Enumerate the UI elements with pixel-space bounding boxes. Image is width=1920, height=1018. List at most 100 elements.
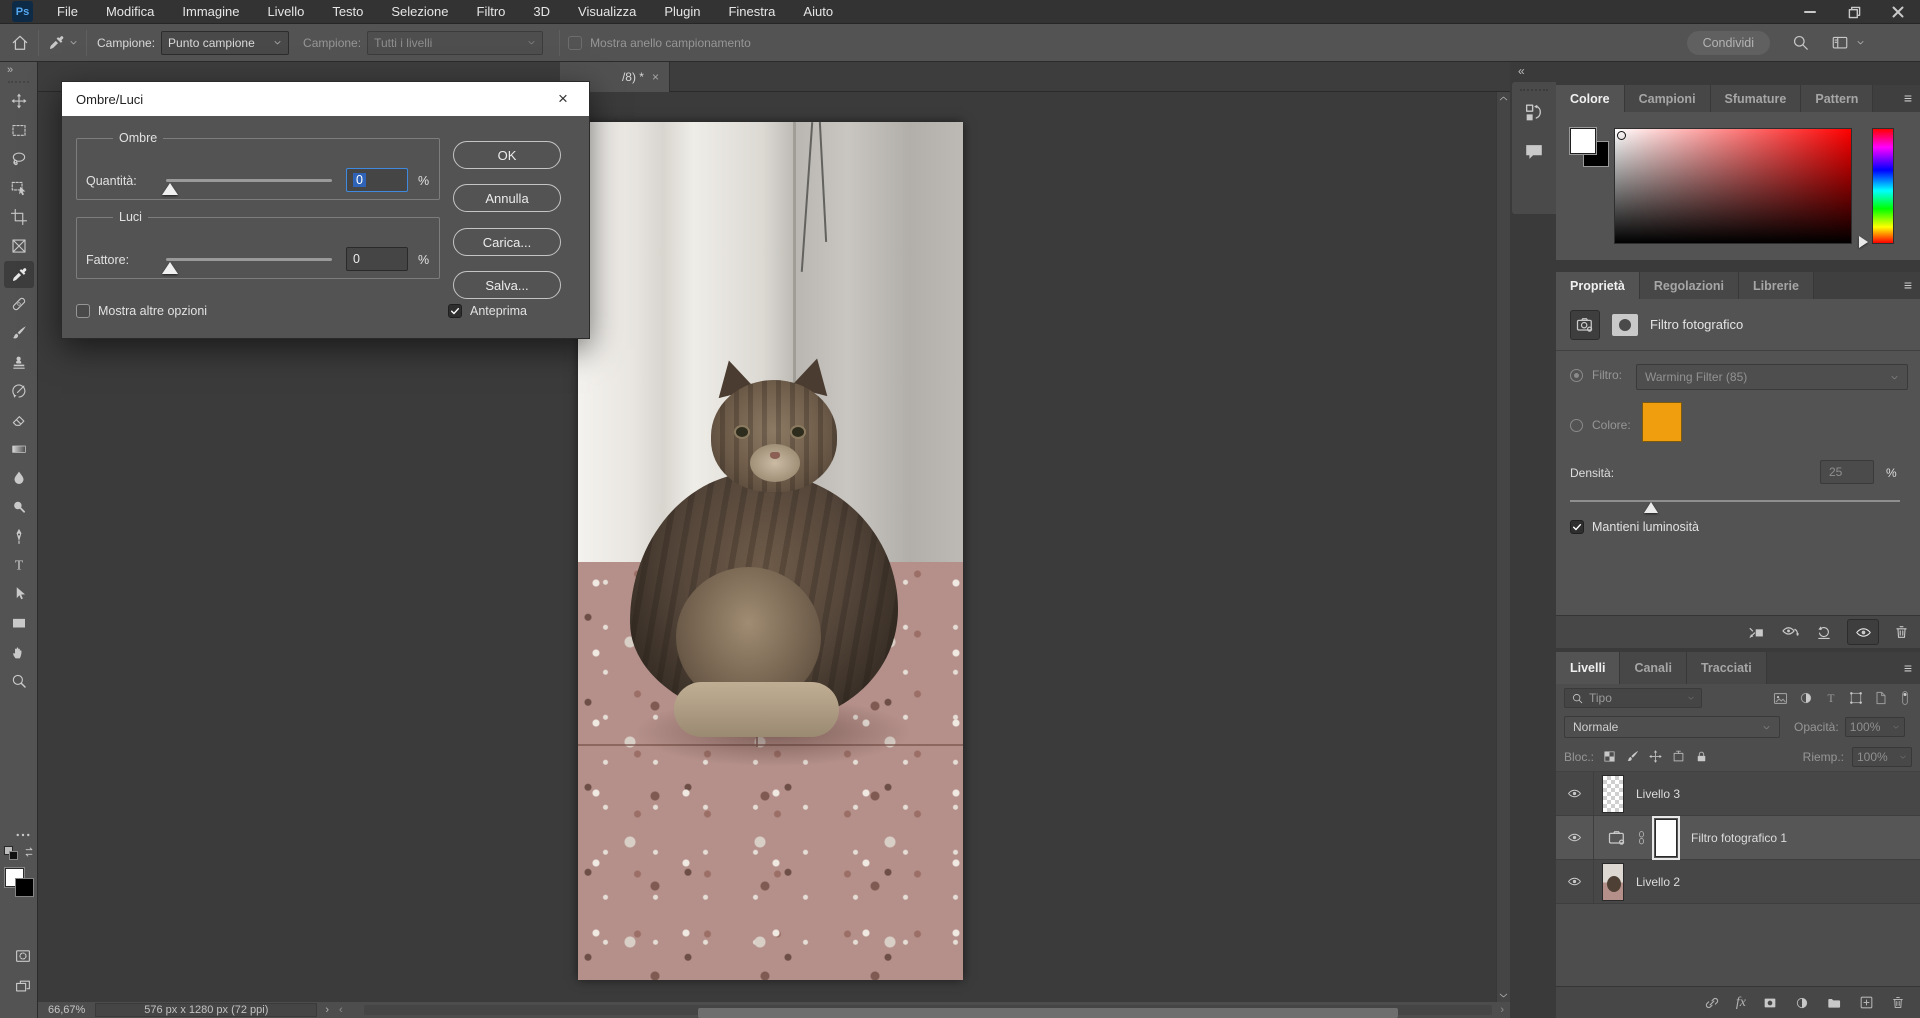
layer-visibility-eye-icon[interactable] — [1556, 772, 1594, 815]
tab-proprieta[interactable]: Proprietà — [1556, 272, 1640, 299]
tab-pattern[interactable]: Pattern — [1801, 85, 1873, 112]
home-icon[interactable] — [10, 33, 30, 53]
lock-pixels-icon[interactable] — [1625, 749, 1640, 764]
new-adjustment-layer-icon[interactable] — [1794, 995, 1810, 1011]
share-button[interactable]: Condividi — [1687, 31, 1770, 55]
workspace-switcher-icon[interactable] — [1830, 34, 1865, 52]
layer-visibility-eye-icon[interactable] — [1556, 860, 1594, 903]
view-previous-state-icon[interactable] — [1780, 623, 1801, 642]
opacity-field[interactable]: 100% — [1845, 717, 1905, 737]
cancel-button[interactable]: Annulla — [453, 184, 561, 212]
load-button[interactable]: Carica... — [453, 228, 561, 256]
filter-type-layers-icon[interactable]: T — [1823, 690, 1839, 706]
document-image[interactable] — [578, 122, 963, 980]
menu-selezione[interactable]: Selezione — [377, 0, 462, 24]
menu-testo[interactable]: Testo — [318, 0, 377, 24]
menu-plugin[interactable]: Plugin — [650, 0, 714, 24]
layer-visibility-eye-icon[interactable] — [1556, 816, 1594, 859]
hscroll-right-icon[interactable]: › — [1500, 1004, 1504, 1016]
tool-preset-eyedropper[interactable] — [47, 34, 78, 52]
tool-dodge[interactable] — [4, 493, 34, 520]
background-color-swatch[interactable] — [15, 878, 34, 897]
highlights-slider-thumb[interactable] — [162, 262, 178, 274]
expand-panels-icon[interactable]: « — [1518, 64, 1525, 78]
tool-history-brush[interactable] — [4, 377, 34, 404]
color-picker-ring[interactable] — [1617, 131, 1626, 140]
tab-regolazioni[interactable]: Regolazioni — [1640, 272, 1739, 299]
photo-filter-icon[interactable] — [1570, 310, 1600, 340]
tool-rectangle[interactable] — [4, 609, 34, 636]
menu-3d[interactable]: 3D — [519, 0, 564, 24]
filter-shape-layers-icon[interactable] — [1848, 690, 1864, 706]
tab-canali[interactable]: Canali — [1620, 652, 1687, 684]
preview-checkbox[interactable] — [448, 304, 462, 318]
dock-grip[interactable] — [1520, 85, 1548, 91]
tool-lasso[interactable] — [4, 145, 34, 172]
panel-menu-icon[interactable]: ≡ — [1904, 277, 1912, 293]
tool-hand[interactable] — [4, 638, 34, 665]
tool-object-selection[interactable] — [4, 174, 34, 201]
lock-transparency-icon[interactable] — [1602, 749, 1617, 764]
layer-name[interactable]: Livello 2 — [1636, 875, 1680, 889]
reset-adjustment-icon[interactable] — [1815, 623, 1833, 641]
canvas-horizontal-scrollbar[interactable] — [364, 1005, 1492, 1015]
layer-thumbnail[interactable] — [1602, 775, 1624, 813]
scroll-down-icon[interactable] — [1499, 992, 1508, 999]
menu-modifica[interactable]: Modifica — [92, 0, 168, 24]
tool-zoom[interactable] — [4, 667, 34, 694]
edit-toolbar-icon[interactable] — [8, 821, 38, 848]
menu-aiuto[interactable]: Aiuto — [789, 0, 847, 24]
layer-row-livello-3[interactable]: Livello 3 — [1556, 772, 1920, 816]
mask-link-icon[interactable] — [1636, 829, 1647, 847]
tool-spot-healing-brush[interactable] — [4, 290, 34, 317]
minimize-icon[interactable] — [1788, 0, 1832, 24]
filter-color-swatch[interactable] — [1642, 402, 1682, 442]
hue-slider-arrow[interactable] — [1859, 236, 1868, 248]
layer-name[interactable]: Filtro fotografico 1 — [1691, 831, 1787, 845]
toolbar-grip[interactable] — [8, 81, 29, 84]
show-more-options-checkbox[interactable] — [76, 304, 90, 318]
highlights-slider-track[interactable] — [166, 258, 332, 261]
delete-layer-icon[interactable] — [1890, 994, 1906, 1011]
quick-mask-icon[interactable] — [8, 942, 38, 969]
close-icon[interactable] — [1876, 0, 1920, 24]
tab-livelli[interactable]: Livelli — [1556, 652, 1620, 684]
add-mask-icon[interactable] — [1761, 995, 1779, 1011]
panel-foreground-swatch[interactable] — [1570, 128, 1596, 154]
history-panel-icon[interactable] — [1517, 96, 1551, 130]
menu-immagine[interactable]: Immagine — [168, 0, 253, 24]
tab-colore[interactable]: Colore — [1556, 85, 1625, 112]
tool-brush[interactable] — [4, 319, 34, 346]
tab-sfumature[interactable]: Sfumature — [1711, 85, 1802, 112]
blend-mode-select[interactable]: Normale — [1564, 716, 1780, 738]
sample-select[interactable]: Punto campione — [161, 31, 289, 55]
tool-clone-stamp[interactable] — [4, 348, 34, 375]
swap-colors-icon[interactable] — [22, 845, 36, 859]
status-expand-icon[interactable]: › — [325, 1004, 329, 1016]
lock-all-icon[interactable] — [1694, 749, 1709, 764]
layer-row-filtro-fotografico-1[interactable]: Filtro fotografico 1 — [1556, 816, 1920, 860]
menu-livello[interactable]: Livello — [253, 0, 318, 24]
tool-eraser[interactable] — [4, 406, 34, 433]
clip-to-layer-icon[interactable] — [1747, 623, 1766, 642]
tool-blur[interactable] — [4, 464, 34, 491]
mask-icon[interactable] — [1612, 314, 1638, 336]
layer-styles-icon[interactable]: fx — [1736, 995, 1746, 1011]
lock-artboard-icon[interactable] — [1671, 749, 1686, 764]
tool-pen[interactable] — [4, 522, 34, 549]
tool-crop[interactable] — [4, 203, 34, 230]
layer-filter-search[interactable]: Tipo — [1564, 688, 1702, 708]
layer-name[interactable]: Livello 3 — [1636, 787, 1680, 801]
lock-position-icon[interactable] — [1648, 749, 1663, 764]
hue-strip[interactable] — [1872, 128, 1894, 244]
tab-tracciati[interactable]: Tracciati — [1687, 652, 1767, 684]
panel-menu-icon[interactable]: ≡ — [1904, 90, 1912, 106]
shadows-amount-input[interactable]: 0 — [346, 168, 408, 192]
screen-mode-icon[interactable] — [8, 972, 38, 999]
tab-close-icon[interactable]: × — [652, 70, 659, 84]
tool-path-selection[interactable] — [4, 580, 34, 607]
saturation-brightness-field[interactable] — [1614, 128, 1852, 244]
filter-pixel-layers-icon[interactable] — [1772, 690, 1789, 707]
menu-visualizza[interactable]: Visualizza — [564, 0, 650, 24]
shadows-slider-track[interactable] — [166, 179, 332, 182]
